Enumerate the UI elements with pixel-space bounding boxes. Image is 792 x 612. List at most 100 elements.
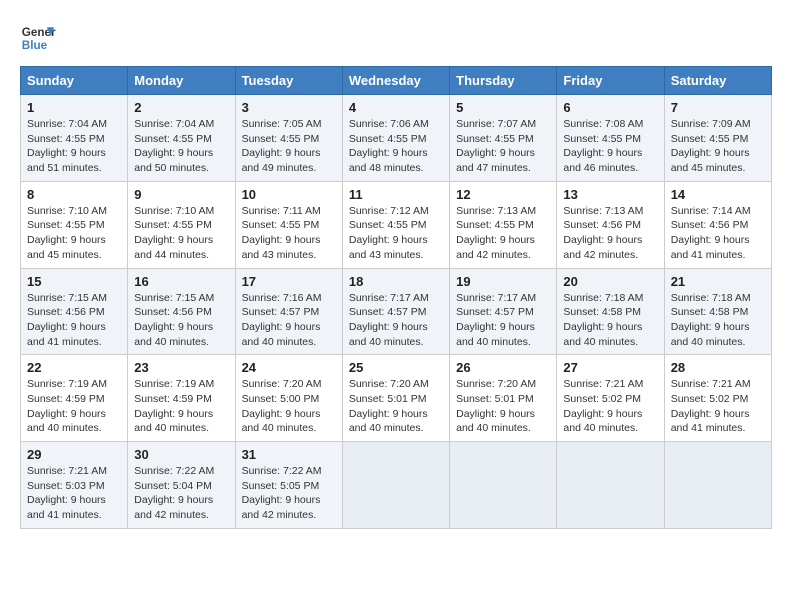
- calendar-cell: 5 Sunrise: 7:07 AMSunset: 4:55 PMDayligh…: [450, 95, 557, 182]
- calendar-cell: 10 Sunrise: 7:11 AMSunset: 4:55 PMDaylig…: [235, 181, 342, 268]
- calendar-cell: 19 Sunrise: 7:17 AMSunset: 4:57 PMDaylig…: [450, 268, 557, 355]
- day-number: 8: [27, 187, 121, 202]
- day-number: 12: [456, 187, 550, 202]
- day-info: Sunrise: 7:21 AMSunset: 5:02 PMDaylight:…: [563, 378, 643, 434]
- day-number: 1: [27, 100, 121, 115]
- logo: General Blue: [20, 20, 56, 56]
- page-header: General Blue: [20, 20, 772, 56]
- calendar-cell: 16 Sunrise: 7:15 AMSunset: 4:56 PMDaylig…: [128, 268, 235, 355]
- day-info: Sunrise: 7:20 AMSunset: 5:00 PMDaylight:…: [242, 378, 322, 434]
- day-number: 4: [349, 100, 443, 115]
- calendar-cell: 4 Sunrise: 7:06 AMSunset: 4:55 PMDayligh…: [342, 95, 449, 182]
- calendar-cell: 30 Sunrise: 7:22 AMSunset: 5:04 PMDaylig…: [128, 442, 235, 529]
- calendar-week-row: 15 Sunrise: 7:15 AMSunset: 4:56 PMDaylig…: [21, 268, 772, 355]
- calendar-cell: [664, 442, 771, 529]
- calendar-week-row: 22 Sunrise: 7:19 AMSunset: 4:59 PMDaylig…: [21, 355, 772, 442]
- day-info: Sunrise: 7:14 AMSunset: 4:56 PMDaylight:…: [671, 205, 751, 261]
- column-header-thursday: Thursday: [450, 67, 557, 95]
- day-info: Sunrise: 7:21 AMSunset: 5:03 PMDaylight:…: [27, 465, 107, 521]
- calendar-cell: 6 Sunrise: 7:08 AMSunset: 4:55 PMDayligh…: [557, 95, 664, 182]
- day-number: 11: [349, 187, 443, 202]
- day-info: Sunrise: 7:06 AMSunset: 4:55 PMDaylight:…: [349, 118, 429, 174]
- logo-icon: General Blue: [20, 20, 56, 56]
- column-header-friday: Friday: [557, 67, 664, 95]
- column-header-wednesday: Wednesday: [342, 67, 449, 95]
- day-number: 15: [27, 274, 121, 289]
- day-info: Sunrise: 7:10 AMSunset: 4:55 PMDaylight:…: [27, 205, 107, 261]
- day-number: 17: [242, 274, 336, 289]
- calendar-cell: 12 Sunrise: 7:13 AMSunset: 4:55 PMDaylig…: [450, 181, 557, 268]
- day-number: 6: [563, 100, 657, 115]
- calendar-cell: 11 Sunrise: 7:12 AMSunset: 4:55 PMDaylig…: [342, 181, 449, 268]
- column-header-sunday: Sunday: [21, 67, 128, 95]
- day-number: 7: [671, 100, 765, 115]
- day-info: Sunrise: 7:20 AMSunset: 5:01 PMDaylight:…: [456, 378, 536, 434]
- calendar-cell: 28 Sunrise: 7:21 AMSunset: 5:02 PMDaylig…: [664, 355, 771, 442]
- day-info: Sunrise: 7:17 AMSunset: 4:57 PMDaylight:…: [349, 292, 429, 348]
- day-info: Sunrise: 7:16 AMSunset: 4:57 PMDaylight:…: [242, 292, 322, 348]
- calendar-cell: 9 Sunrise: 7:10 AMSunset: 4:55 PMDayligh…: [128, 181, 235, 268]
- day-info: Sunrise: 7:05 AMSunset: 4:55 PMDaylight:…: [242, 118, 322, 174]
- day-info: Sunrise: 7:22 AMSunset: 5:04 PMDaylight:…: [134, 465, 214, 521]
- day-number: 21: [671, 274, 765, 289]
- calendar-header-row: SundayMondayTuesdayWednesdayThursdayFrid…: [21, 67, 772, 95]
- day-info: Sunrise: 7:10 AMSunset: 4:55 PMDaylight:…: [134, 205, 214, 261]
- day-info: Sunrise: 7:19 AMSunset: 4:59 PMDaylight:…: [27, 378, 107, 434]
- calendar-cell: [450, 442, 557, 529]
- calendar-week-row: 1 Sunrise: 7:04 AMSunset: 4:55 PMDayligh…: [21, 95, 772, 182]
- day-number: 22: [27, 360, 121, 375]
- calendar-cell: 23 Sunrise: 7:19 AMSunset: 4:59 PMDaylig…: [128, 355, 235, 442]
- calendar-cell: 15 Sunrise: 7:15 AMSunset: 4:56 PMDaylig…: [21, 268, 128, 355]
- day-info: Sunrise: 7:15 AMSunset: 4:56 PMDaylight:…: [134, 292, 214, 348]
- day-info: Sunrise: 7:07 AMSunset: 4:55 PMDaylight:…: [456, 118, 536, 174]
- day-info: Sunrise: 7:17 AMSunset: 4:57 PMDaylight:…: [456, 292, 536, 348]
- calendar-week-row: 29 Sunrise: 7:21 AMSunset: 5:03 PMDaylig…: [21, 442, 772, 529]
- day-info: Sunrise: 7:13 AMSunset: 4:56 PMDaylight:…: [563, 205, 643, 261]
- day-number: 28: [671, 360, 765, 375]
- calendar-cell: 20 Sunrise: 7:18 AMSunset: 4:58 PMDaylig…: [557, 268, 664, 355]
- calendar-table: SundayMondayTuesdayWednesdayThursdayFrid…: [20, 66, 772, 529]
- calendar-cell: 17 Sunrise: 7:16 AMSunset: 4:57 PMDaylig…: [235, 268, 342, 355]
- day-info: Sunrise: 7:15 AMSunset: 4:56 PMDaylight:…: [27, 292, 107, 348]
- day-number: 27: [563, 360, 657, 375]
- day-number: 26: [456, 360, 550, 375]
- day-number: 13: [563, 187, 657, 202]
- day-info: Sunrise: 7:19 AMSunset: 4:59 PMDaylight:…: [134, 378, 214, 434]
- calendar-cell: 7 Sunrise: 7:09 AMSunset: 4:55 PMDayligh…: [664, 95, 771, 182]
- day-number: 20: [563, 274, 657, 289]
- day-info: Sunrise: 7:22 AMSunset: 5:05 PMDaylight:…: [242, 465, 322, 521]
- calendar-cell: 24 Sunrise: 7:20 AMSunset: 5:00 PMDaylig…: [235, 355, 342, 442]
- calendar-cell: 18 Sunrise: 7:17 AMSunset: 4:57 PMDaylig…: [342, 268, 449, 355]
- day-info: Sunrise: 7:18 AMSunset: 4:58 PMDaylight:…: [563, 292, 643, 348]
- calendar-cell: 26 Sunrise: 7:20 AMSunset: 5:01 PMDaylig…: [450, 355, 557, 442]
- day-number: 9: [134, 187, 228, 202]
- day-info: Sunrise: 7:13 AMSunset: 4:55 PMDaylight:…: [456, 205, 536, 261]
- column-header-saturday: Saturday: [664, 67, 771, 95]
- day-number: 2: [134, 100, 228, 115]
- day-info: Sunrise: 7:04 AMSunset: 4:55 PMDaylight:…: [134, 118, 214, 174]
- day-info: Sunrise: 7:21 AMSunset: 5:02 PMDaylight:…: [671, 378, 751, 434]
- day-number: 24: [242, 360, 336, 375]
- day-info: Sunrise: 7:04 AMSunset: 4:55 PMDaylight:…: [27, 118, 107, 174]
- day-number: 14: [671, 187, 765, 202]
- svg-text:Blue: Blue: [22, 39, 48, 52]
- calendar-cell: 3 Sunrise: 7:05 AMSunset: 4:55 PMDayligh…: [235, 95, 342, 182]
- day-info: Sunrise: 7:09 AMSunset: 4:55 PMDaylight:…: [671, 118, 751, 174]
- calendar-cell: 2 Sunrise: 7:04 AMSunset: 4:55 PMDayligh…: [128, 95, 235, 182]
- calendar-cell: 21 Sunrise: 7:18 AMSunset: 4:58 PMDaylig…: [664, 268, 771, 355]
- day-info: Sunrise: 7:08 AMSunset: 4:55 PMDaylight:…: [563, 118, 643, 174]
- calendar-week-row: 8 Sunrise: 7:10 AMSunset: 4:55 PMDayligh…: [21, 181, 772, 268]
- day-number: 31: [242, 447, 336, 462]
- calendar-cell: [342, 442, 449, 529]
- day-info: Sunrise: 7:20 AMSunset: 5:01 PMDaylight:…: [349, 378, 429, 434]
- calendar-cell: 31 Sunrise: 7:22 AMSunset: 5:05 PMDaylig…: [235, 442, 342, 529]
- day-number: 16: [134, 274, 228, 289]
- calendar-cell: 27 Sunrise: 7:21 AMSunset: 5:02 PMDaylig…: [557, 355, 664, 442]
- column-header-monday: Monday: [128, 67, 235, 95]
- calendar-cell: 13 Sunrise: 7:13 AMSunset: 4:56 PMDaylig…: [557, 181, 664, 268]
- day-info: Sunrise: 7:18 AMSunset: 4:58 PMDaylight:…: [671, 292, 751, 348]
- calendar-cell: 22 Sunrise: 7:19 AMSunset: 4:59 PMDaylig…: [21, 355, 128, 442]
- day-info: Sunrise: 7:12 AMSunset: 4:55 PMDaylight:…: [349, 205, 429, 261]
- day-number: 19: [456, 274, 550, 289]
- day-number: 29: [27, 447, 121, 462]
